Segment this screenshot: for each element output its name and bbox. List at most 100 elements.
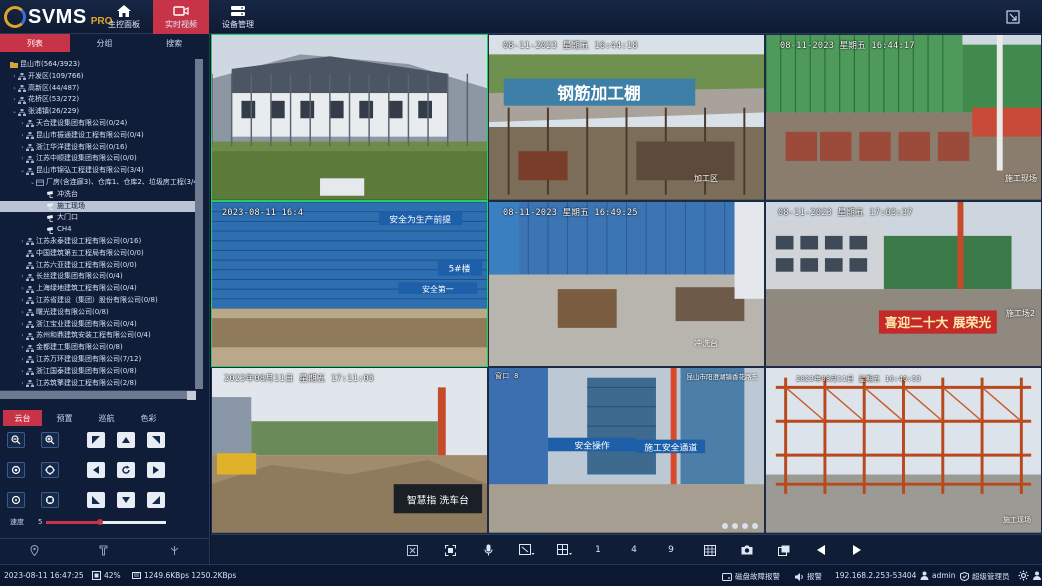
nav-live-video[interactable]: 实时视频 [153, 0, 209, 34]
iris-close-button[interactable] [7, 492, 25, 508]
wiper-icon[interactable] [169, 545, 180, 556]
expand-chevron-icon[interactable]: › [11, 83, 18, 95]
snapshot-button[interactable] [740, 543, 754, 557]
split-9-button[interactable]: 9 [665, 543, 677, 557]
previous-page-button[interactable] [814, 543, 828, 557]
user-logout-icon[interactable] [1033, 571, 1041, 580]
camera-view[interactable]: 喜迎二十大 展荣光 08-11-2023 星期五 17:03:37 施工场2 [765, 200, 1042, 368]
talk-button[interactable] [481, 543, 495, 557]
disk-alarm-indicator[interactable]: 磁盘故障报警 [722, 571, 780, 582]
expand-chevron-icon[interactable]: › [19, 130, 26, 142]
tab-search[interactable]: 搜索 [139, 34, 209, 52]
speed-slider[interactable] [46, 519, 166, 525]
tree-node[interactable]: 施工现场 [0, 200, 195, 213]
expand-chevron-icon[interactable]: › [19, 378, 26, 390]
nav-dashboard[interactable]: 主控面板 [96, 0, 152, 34]
pan-right-button[interactable] [147, 462, 165, 478]
close-dot-icon[interactable] [752, 522, 758, 529]
tree-node[interactable]: › 开发区(109/766) [0, 71, 209, 83]
expand-chevron-icon[interactable]: › [19, 271, 26, 283]
tab-ptz[interactable]: 云台 [3, 410, 42, 426]
pan-down-right-button[interactable] [147, 492, 165, 508]
tree-node[interactable]: › 高新区(44/487) [0, 83, 209, 95]
pan-up-button[interactable] [117, 432, 135, 448]
split-4-button[interactable]: 4 [628, 543, 640, 557]
tree-node[interactable]: › 江苏永泰建设工程有限公司(0/16) [0, 236, 209, 248]
camera-view[interactable]: 安全为生产前提 5#楼 安全第一 2023-08-11 16:4 [211, 200, 488, 368]
camera-view[interactable]: 08-11-2023 星期五 16:44:17 施工现场 [765, 34, 1042, 201]
tree-node[interactable]: › 天合建设集团有限公司(0/24) [0, 118, 209, 130]
alarm-indicator[interactable]: 报警 [794, 571, 822, 582]
tree-node[interactable]: › 金都建工集团有限公司(0/8) [0, 342, 209, 354]
pan-down-left-button[interactable] [87, 492, 105, 508]
tree-node[interactable]: › 江苏万环建设集团有限公司(7/12) [0, 354, 209, 366]
tree-node[interactable]: › 浙江宝业建设集团有限公司(0/4) [0, 319, 209, 331]
exit-fullscreen-icon[interactable] [1006, 10, 1020, 24]
scroll-right-arrow[interactable] [187, 391, 196, 400]
tree-node[interactable]: ⌄ 张浦镇(26/229) [0, 106, 209, 118]
stretch-mode-button[interactable] [517, 543, 537, 557]
tree-node[interactable]: CH4 [0, 224, 209, 236]
tree-node[interactable]: › 曙光建设有限公司(0/8) [0, 307, 209, 319]
wrench-icon[interactable] [98, 545, 109, 556]
expand-chevron-icon[interactable]: › [11, 71, 18, 83]
camera-view[interactable]: 智慧指 洗车台 2023年08月11日 星期五 17:11:05 [211, 367, 488, 534]
next-page-button[interactable] [850, 543, 864, 557]
tree-node[interactable]: 江苏六亚建设工程有限公司(0/0) [0, 260, 209, 272]
expand-chevron-icon[interactable]: › [11, 94, 18, 106]
tree-node[interactable]: › 苏州和鼎建筑安装工程有限公司(0/4) [0, 330, 209, 342]
location-pin-icon[interactable] [30, 545, 39, 556]
tree-node[interactable]: 中国建筑第五工程局有限公司(0/0) [0, 248, 209, 260]
settings-gear-icon[interactable] [1018, 570, 1029, 581]
record-dot-icon[interactable] [722, 522, 728, 529]
tree-node[interactable]: ⌄ 厂房(含连廊3)、仓库1、仓库2、垃圾房工程(3/4) [0, 177, 209, 189]
tree-node[interactable]: › 昆山市振通建设工程有限公司(0/4) [0, 130, 209, 142]
tree-node[interactable]: 冲洗台 [0, 189, 209, 201]
pan-up-left-button[interactable] [87, 432, 105, 448]
expand-chevron-icon[interactable]: ⌄ [29, 177, 36, 189]
record-windows-button[interactable] [777, 543, 791, 557]
tab-list[interactable]: 列表 [0, 34, 70, 52]
tab-preset[interactable]: 预置 [45, 410, 84, 426]
tree-node[interactable]: › 浙江华洋建设有限公司(0/16) [0, 142, 209, 154]
layout-button[interactable] [555, 543, 575, 557]
camera-view[interactable]: 08-11-2023 星期五 16:49:25 冲洗台 [488, 200, 765, 368]
tree-node[interactable]: › 浙江国泰建设集团有限公司(0/8) [0, 366, 209, 378]
close-all-button[interactable] [405, 543, 419, 557]
tree-node[interactable]: › 花桥区(53/272) [0, 94, 209, 106]
snapshot-dot-icon[interactable] [732, 522, 738, 529]
tab-cruise[interactable]: 巡航 [87, 410, 126, 426]
tab-color[interactable]: 色彩 [129, 410, 168, 426]
zoom-out-button[interactable] [7, 432, 25, 448]
expand-chevron-icon[interactable]: › [19, 354, 26, 366]
expand-chevron-icon[interactable]: › [19, 236, 26, 248]
tree-horizontal-scrollbar[interactable] [0, 390, 196, 400]
expand-chevron-icon[interactable]: › [19, 295, 26, 307]
expand-chevron-icon[interactable]: › [19, 118, 26, 130]
camera-view[interactable] [211, 34, 488, 201]
nav-device-management[interactable]: 设备管理 [210, 0, 266, 34]
tree-node[interactable]: › 上海绿地建筑工程有限公司(0/4) [0, 283, 209, 295]
speed-slider-handle[interactable] [97, 519, 103, 525]
expand-chevron-icon[interactable]: › [19, 366, 26, 378]
tree-node[interactable]: › 江苏中顺建设集团有限公司(0/0) [0, 153, 209, 165]
pan-up-right-button[interactable] [147, 432, 165, 448]
focus-near-button[interactable] [7, 462, 25, 478]
camera-view[interactable]: 2023年08月11日 星期五 16:46:53 施工现场 [765, 367, 1042, 534]
tree-node[interactable]: 昆山市(564/3923) [0, 59, 209, 71]
iris-open-button[interactable] [41, 492, 59, 508]
expand-chevron-icon[interactable]: › [19, 330, 26, 342]
pan-down-button[interactable] [117, 492, 135, 508]
tree-vertical-scrollbar[interactable] [195, 59, 203, 389]
tree-node[interactable]: 大门口 [0, 212, 209, 224]
expand-chevron-icon[interactable]: › [19, 342, 26, 354]
audio-dot-icon[interactable] [742, 522, 748, 529]
tree-scroll-thumb[interactable] [195, 59, 203, 389]
pan-left-button[interactable] [87, 462, 105, 478]
tree-node[interactable]: › 江苏筑擎建设工程有限公司(2/8) [0, 378, 209, 390]
fullscreen-button[interactable] [443, 543, 457, 557]
split-1-button[interactable]: 1 [592, 543, 604, 557]
zoom-in-button[interactable] [41, 432, 59, 448]
expand-chevron-icon[interactable]: › [19, 283, 26, 295]
more-splits-button[interactable] [703, 543, 717, 557]
